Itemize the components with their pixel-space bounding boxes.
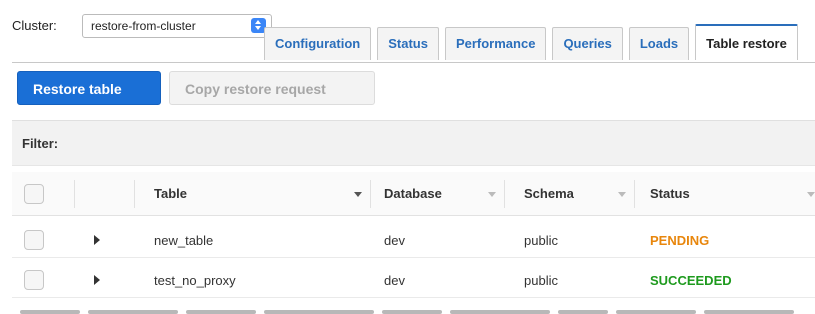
cell-status: SUCCEEDED <box>650 273 732 288</box>
column-header-schema[interactable]: Schema <box>524 186 574 201</box>
column-separator <box>134 180 135 208</box>
table-row[interactable]: new_table dev public PENDING <box>12 222 815 258</box>
clipped-content <box>0 302 815 314</box>
row-checkbox[interactable] <box>24 270 44 290</box>
cluster-label: Cluster: <box>12 18 57 33</box>
column-header-status[interactable]: Status <box>650 186 690 201</box>
restore-table-button[interactable]: Restore table <box>17 71 161 105</box>
cell-table: new_table <box>154 233 214 248</box>
column-separator <box>634 180 635 208</box>
copy-restore-request-button[interactable]: Copy restore request <box>169 71 375 105</box>
cell-database: dev <box>384 273 405 288</box>
sort-icon[interactable] <box>618 192 626 197</box>
tab-divider <box>12 62 815 63</box>
cluster-select-value: restore-from-cluster <box>91 19 196 33</box>
tab-bar: Configuration Status Performance Queries… <box>264 24 804 62</box>
select-all-checkbox[interactable] <box>24 184 44 204</box>
column-header-database[interactable]: Database <box>384 186 442 201</box>
column-separator <box>370 180 371 208</box>
column-separator <box>504 180 505 208</box>
sort-desc-icon[interactable] <box>354 192 362 197</box>
filter-bar: Filter: <box>12 120 815 166</box>
filter-label: Filter: <box>22 136 59 151</box>
column-header-table[interactable]: Table <box>154 186 187 201</box>
cell-table: test_no_proxy <box>154 273 236 288</box>
tab-queries[interactable]: Queries <box>552 27 623 60</box>
cell-status: PENDING <box>650 233 710 248</box>
cluster-selector-bar: Cluster: restore-from-cluster <box>12 14 272 38</box>
tab-table-restore[interactable]: Table restore <box>695 24 798 60</box>
cell-database: dev <box>384 233 405 248</box>
table-row[interactable]: test_no_proxy dev public SUCCEEDED <box>12 262 815 298</box>
expand-arrow-icon[interactable] <box>94 235 100 245</box>
tab-status[interactable]: Status <box>377 27 439 60</box>
cell-schema: public <box>524 233 558 248</box>
row-checkbox[interactable] <box>24 230 44 250</box>
tab-configuration[interactable]: Configuration <box>264 27 372 60</box>
table-header: Table Database Schema Status <box>12 172 815 216</box>
column-separator <box>74 180 75 208</box>
cluster-select[interactable]: restore-from-cluster <box>82 14 272 38</box>
expand-arrow-icon[interactable] <box>94 275 100 285</box>
action-buttons: Restore table Copy restore request <box>17 71 375 105</box>
cell-schema: public <box>524 273 558 288</box>
tab-performance[interactable]: Performance <box>444 27 547 60</box>
sort-icon[interactable] <box>488 192 496 197</box>
tab-loads[interactable]: Loads <box>628 27 690 60</box>
sort-icon[interactable] <box>807 192 815 197</box>
